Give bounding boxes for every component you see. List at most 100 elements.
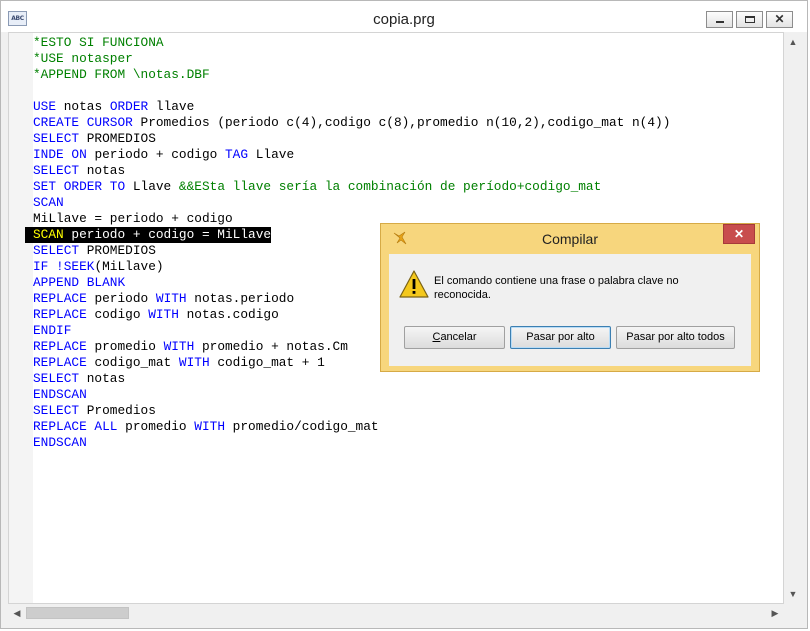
dialog-title: Compilar bbox=[541, 231, 598, 247]
code-token: APPEND BLANK bbox=[33, 275, 126, 290]
ignore-label: Pasar por alto bbox=[526, 331, 595, 343]
code-token: ENDSCAN bbox=[33, 435, 87, 450]
code-token: promedio/codigo_mat bbox=[225, 419, 379, 434]
code-line: CREATE CURSOR Promedios (periodo c(4),co… bbox=[33, 115, 670, 131]
code-token: codigo bbox=[86, 307, 149, 322]
code-token: REPLACE ALL bbox=[33, 419, 118, 434]
code-line: SET ORDER TO Llave &&ESta llave sería la… bbox=[33, 179, 670, 195]
close-icon: ✕ bbox=[774, 12, 785, 26]
code-token: *APPEND FROM \notas.DBF bbox=[33, 67, 210, 82]
code-token: codigo_mat + 1 bbox=[209, 355, 325, 370]
code-token: SCAN bbox=[33, 227, 64, 242]
code-token: WITH bbox=[155, 291, 187, 306]
code-token: (MiLlave) bbox=[94, 259, 164, 274]
code-token: Llave bbox=[248, 147, 295, 162]
code-token: SELECT bbox=[33, 163, 80, 178]
code-token: USE bbox=[33, 99, 57, 114]
code-token: SELECT bbox=[33, 403, 80, 418]
code-token: TAG bbox=[225, 147, 249, 162]
code-token: MiLlave = periodo + codigo bbox=[33, 211, 233, 226]
dialog-body: El comando contiene una frase o palabra … bbox=[389, 254, 751, 366]
code-token: ORDER bbox=[109, 99, 149, 114]
scroll-right-arrow-icon[interactable]: ▶ bbox=[767, 604, 783, 622]
code-line: *APPEND FROM \notas.DBF bbox=[33, 67, 670, 83]
code-token: REPLACE bbox=[33, 307, 87, 322]
code-token: promedio + notas.Cm bbox=[194, 339, 348, 354]
code-token: ENDIF bbox=[33, 323, 72, 338]
code-token: PROMEDIOS bbox=[79, 243, 156, 258]
code-line: REPLACE ALL promedio WITH promedio/codig… bbox=[33, 419, 670, 435]
code-line: SELECT Promedios bbox=[33, 403, 670, 419]
scroll-up-arrow-icon[interactable]: ▲ bbox=[784, 34, 802, 50]
code-token: notas.codigo bbox=[178, 307, 279, 322]
editor-gutter bbox=[9, 33, 33, 603]
code-token: notas bbox=[79, 163, 126, 178]
cancel-button[interactable]: Cancelar bbox=[404, 326, 505, 349]
code-token: WITH bbox=[163, 339, 195, 354]
code-line: SELECT PROMEDIOS bbox=[33, 131, 670, 147]
title-bar[interactable]: ABC copia.prg ✕ bbox=[1, 1, 807, 32]
ignore-button[interactable]: Pasar por alto bbox=[510, 326, 611, 349]
code-token: Llave bbox=[125, 179, 179, 194]
code-token: SELECT bbox=[33, 243, 80, 258]
code-token: SELECT bbox=[33, 131, 80, 146]
ignore-all-button[interactable]: Pasar por alto todos bbox=[616, 326, 735, 349]
scroll-left-arrow-icon[interactable]: ◀ bbox=[9, 604, 25, 622]
warning-icon bbox=[399, 270, 429, 298]
code-token: CREATE CURSOR bbox=[33, 115, 133, 130]
code-token: IF !SEEK bbox=[33, 259, 95, 274]
cancel-label: ancelar bbox=[440, 331, 477, 343]
vertical-scrollbar[interactable]: ▲ ▼ bbox=[784, 32, 802, 604]
dialog-message: El comando contiene una frase o palabra … bbox=[434, 275, 679, 301]
code-line: SELECT notas bbox=[33, 371, 670, 387]
code-line: SCAN periodo + codigo = MiLlave bbox=[25, 227, 272, 243]
minimize-icon bbox=[716, 21, 724, 23]
code-token: periodo + codigo bbox=[86, 147, 225, 162]
code-token: &&ESta llave sería la combinación de per… bbox=[178, 179, 602, 194]
code-token: notas.periodo bbox=[186, 291, 295, 306]
code-line: *ESTO SI FUNCIONA bbox=[33, 35, 670, 51]
code-token: promedio bbox=[117, 419, 195, 434]
code-line: SELECT notas bbox=[33, 163, 670, 179]
code-token: REPLACE bbox=[33, 339, 87, 354]
code-token: WITH bbox=[178, 355, 210, 370]
horizontal-scroll-thumb[interactable] bbox=[26, 607, 129, 619]
ignore-all-label: Pasar por alto todos bbox=[626, 331, 725, 343]
code-line: USE notas ORDER llave bbox=[33, 99, 670, 115]
compile-dialog: Compilar ✕ El comando contiene una frase… bbox=[380, 223, 760, 372]
code-token: notas bbox=[79, 371, 126, 386]
code-token: *ESTO SI FUNCIONA bbox=[33, 35, 164, 50]
window-title: copia.prg bbox=[373, 11, 435, 28]
code-token: periodo bbox=[86, 291, 156, 306]
code-token: Promedios bbox=[79, 403, 156, 418]
code-token: WITH bbox=[148, 307, 179, 322]
code-token: notas bbox=[56, 99, 110, 114]
code-token: SET ORDER TO bbox=[33, 179, 126, 194]
code-line: INDE ON periodo + codigo TAG Llave bbox=[33, 147, 670, 163]
scrollbar-corner bbox=[784, 604, 802, 622]
code-token: SCAN bbox=[33, 195, 64, 210]
code-token: REPLACE bbox=[33, 355, 87, 370]
code-line: *USE notasper bbox=[33, 51, 670, 67]
code-token: INDE ON bbox=[33, 147, 87, 162]
maximize-button[interactable] bbox=[736, 11, 763, 28]
code-token: WITH bbox=[194, 419, 225, 434]
code-line: ENDSCAN bbox=[33, 387, 670, 403]
code-token: promedio bbox=[86, 339, 164, 354]
minimize-button[interactable] bbox=[706, 11, 733, 28]
code-token: codigo_mat bbox=[86, 355, 179, 370]
code-token: Promedios (periodo c(4),codigo c(8),prom… bbox=[132, 115, 671, 130]
code-token: ENDSCAN bbox=[33, 387, 87, 402]
dialog-close-button[interactable]: ✕ bbox=[723, 224, 755, 244]
code-token: PROMEDIOS bbox=[79, 131, 156, 146]
horizontal-scrollbar[interactable]: ◀ ▶ bbox=[8, 604, 784, 622]
code-line: SCAN bbox=[33, 195, 670, 211]
close-button[interactable]: ✕ bbox=[766, 11, 793, 28]
code-token: periodo + codigo = MiLlave bbox=[63, 227, 272, 242]
code-line: ENDSCAN bbox=[33, 435, 670, 451]
scroll-down-arrow-icon[interactable]: ▼ bbox=[784, 586, 802, 602]
code-token: REPLACE bbox=[33, 291, 87, 306]
code-token: llave bbox=[148, 99, 195, 114]
code-token: *USE notasper bbox=[33, 51, 133, 66]
